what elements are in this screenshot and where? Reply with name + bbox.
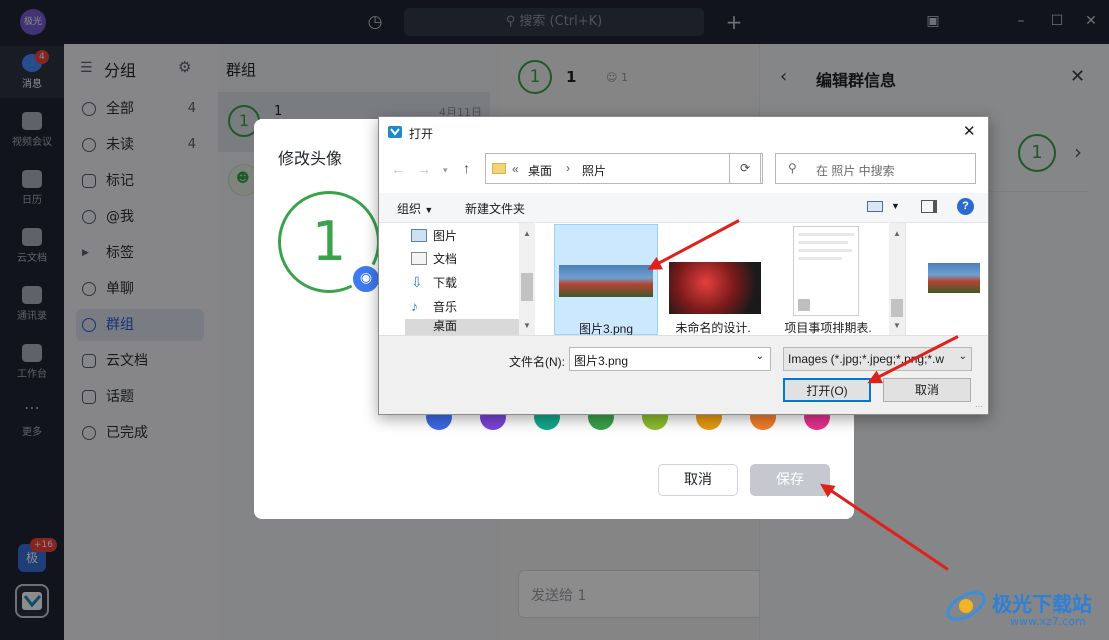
folder-tree: 图片 文档 ⇩ 下载 ♪ 音乐 桌面 — [379, 223, 535, 335]
modal-title: 修改头像 — [278, 149, 343, 168]
address-bar[interactable]: « 桌面 › 照片 ⌄ — [485, 153, 763, 184]
cancel-button[interactable]: 取消 — [658, 464, 738, 496]
folder-search-input[interactable]: ⚲ 在 照片 中搜索 — [775, 153, 976, 184]
search-icon: ⚲ — [788, 161, 797, 175]
preview-image — [928, 263, 980, 293]
open-button[interactable]: 打开(O) — [783, 378, 871, 402]
search-placeholder: 在 照片 中搜索 — [816, 164, 895, 178]
tree-label: 桌面 — [433, 319, 458, 333]
resize-grip-icon[interactable]: ⋯ — [975, 402, 983, 411]
music-icon: ♪ — [411, 298, 418, 314]
file-open-dialog: 打开 ✕ ← → ▾ ↑ « 桌面 › 照片 ⌄ ⟳ ⚲ 在 照片 中搜索 组织… — [378, 116, 989, 415]
view-dropdown-icon[interactable]: ▼ — [891, 201, 900, 211]
dropdown-icon: ▼ — [424, 205, 434, 215]
path-prefix: « — [512, 162, 519, 176]
scroll-up-icon: ▲ — [523, 229, 531, 238]
tree-label: 文档 — [433, 252, 458, 266]
refresh-icon: ⟳ — [739, 161, 751, 175]
tree-label: 音乐 — [433, 300, 458, 314]
tree-label: 下载 — [433, 276, 458, 290]
pictures-icon — [411, 229, 427, 242]
filetype-select[interactable]: Images (*.jpg;*.jpeg;*.png;*.w ⌄ — [783, 347, 972, 371]
filename-input[interactable]: 图片3.png ⌄ — [569, 347, 771, 371]
file-name: 项目事项排期表. — [784, 321, 872, 335]
scroll-up-icon: ▲ — [893, 229, 901, 238]
back-arrow-icon[interactable]: ← — [391, 161, 405, 177]
view-mode-icon[interactable] — [867, 201, 883, 212]
file-thumbnail — [669, 262, 761, 314]
scroll-down-icon: ▼ — [523, 321, 531, 330]
app-icon — [387, 125, 403, 139]
refresh-button[interactable]: ⟳ — [729, 153, 761, 184]
watermark-logo — [944, 586, 988, 626]
scroll-thumb[interactable] — [521, 273, 533, 301]
file-thumbnail — [559, 265, 653, 297]
file-name: 未命名的设计. — [675, 321, 751, 335]
preview-pane-icon[interactable] — [921, 200, 937, 213]
file-item[interactable]: 项目事项排期表. — [775, 224, 881, 335]
up-arrow-icon[interactable]: ↑ — [463, 160, 470, 176]
path-segment-desktop[interactable]: 桌面 — [528, 162, 552, 179]
filename-value: 图片3.png — [574, 354, 629, 368]
dropdown-icon[interactable]: ⌄ — [958, 351, 967, 362]
tree-item-downloads[interactable]: ⇩ 下载 — [411, 272, 458, 294]
new-folder-button[interactable]: 新建文件夹 — [465, 200, 525, 217]
watermark-text: 极光下载站 — [992, 592, 1092, 616]
path-segment-photos[interactable]: 照片 — [582, 162, 606, 179]
files-scrollbar[interactable]: ▲ ▼ — [889, 223, 905, 335]
dialog-cancel-button[interactable]: 取消 — [883, 378, 971, 402]
dropdown-icon[interactable]: ⌄ — [756, 351, 764, 362]
download-icon: ⇩ — [411, 274, 423, 290]
file-thumbnail — [793, 226, 859, 316]
folder-icon — [492, 163, 506, 174]
scroll-down-icon: ▼ — [893, 321, 901, 330]
tree-item-documents[interactable]: 文档 — [411, 248, 458, 270]
tree-scrollbar[interactable]: ▲ ▼ — [519, 223, 535, 335]
help-icon[interactable]: ? — [957, 198, 974, 215]
close-icon[interactable]: ✕ — [963, 122, 976, 140]
file-item-selected[interactable]: 图片3.png — [554, 224, 658, 336]
path-chevron-icon: › — [566, 161, 570, 175]
tree-item-music[interactable]: ♪ 音乐 — [411, 296, 458, 318]
dialog-title: 打开 — [409, 127, 434, 141]
filename-label: 文件名(N): — [509, 355, 565, 369]
scroll-thumb[interactable] — [891, 299, 903, 317]
forward-arrow-icon[interactable]: → — [417, 161, 431, 177]
organize-menu[interactable]: 组织 ▼ — [397, 200, 433, 217]
organize-label: 组织 — [397, 202, 422, 216]
tree-label: 图片 — [433, 229, 458, 243]
tree-item-pictures[interactable]: 图片 — [411, 225, 458, 247]
file-item[interactable]: 未命名的设计. — [661, 224, 765, 335]
preview-pane — [905, 223, 988, 335]
documents-icon — [411, 252, 427, 265]
tree-selection — [405, 319, 521, 335]
tree-item-desktop[interactable]: 桌面 — [433, 318, 457, 335]
recent-chevron-icon[interactable]: ▾ — [443, 165, 448, 176]
watermark-url: www.xz7.com — [1010, 615, 1086, 628]
